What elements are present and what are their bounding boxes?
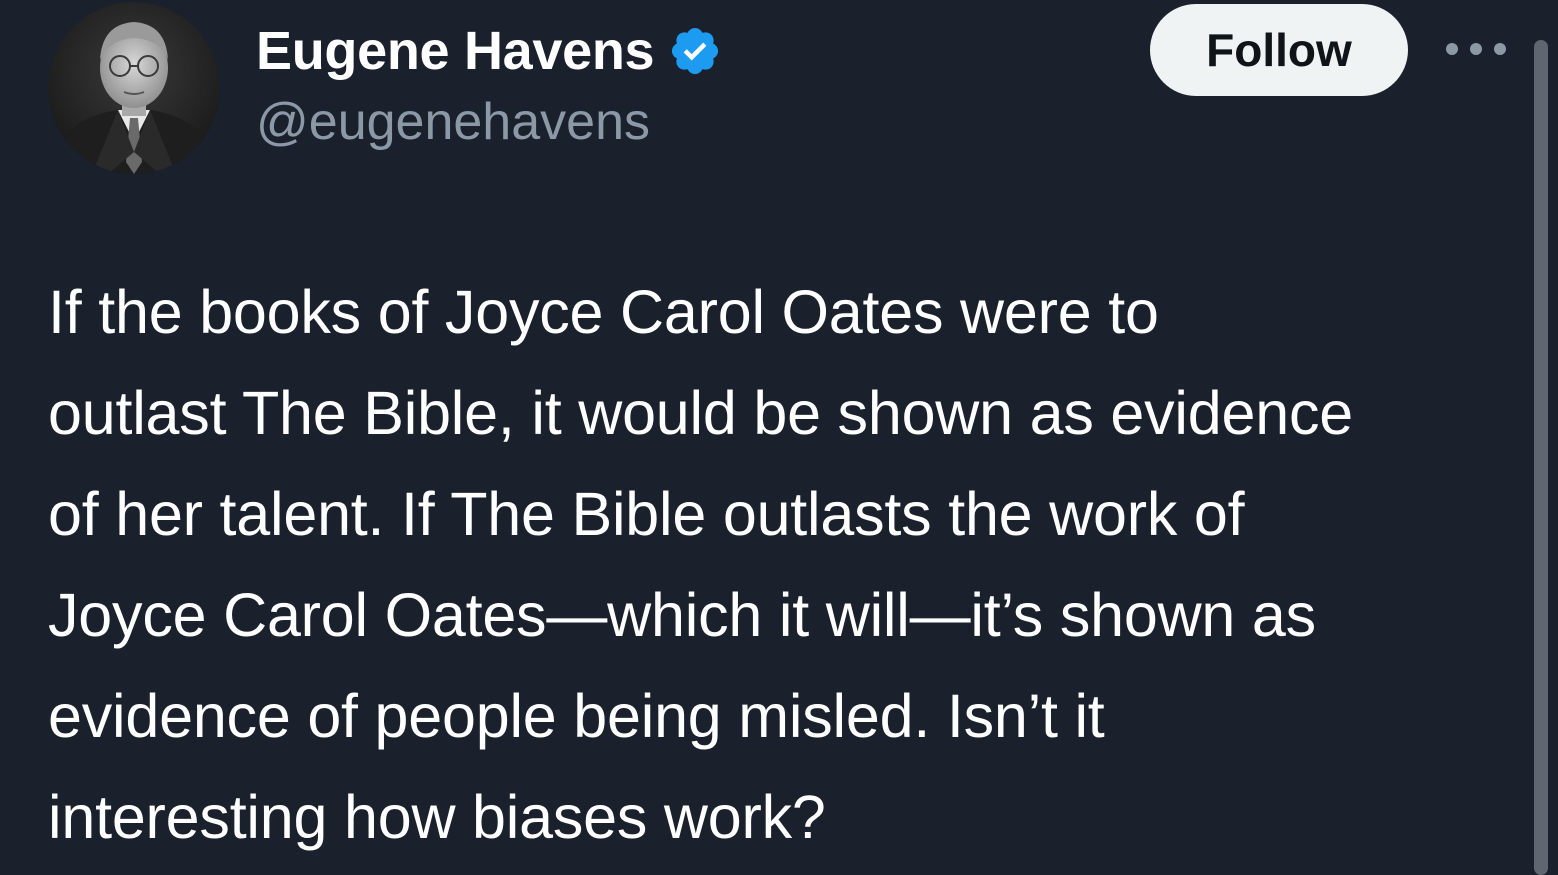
more-dot <box>1446 43 1458 55</box>
tweet-text: If the books of Joyce Carol Oates were t… <box>48 262 1518 868</box>
verified-badge-icon <box>668 24 722 78</box>
follow-button[interactable]: Follow <box>1150 4 1408 96</box>
scrollbar[interactable] <box>1534 40 1548 875</box>
tweet-text-line: of her talent. If The Bible outlasts the… <box>48 480 1245 548</box>
more-options-icon[interactable] <box>1446 34 1506 64</box>
more-dot <box>1470 43 1482 55</box>
author-name-row: Eugene Havens <box>256 18 722 84</box>
avatar[interactable] <box>48 2 220 174</box>
tweet-text-line: If the books of Joyce Carol Oates were t… <box>48 278 1159 346</box>
author-display-name[interactable]: Eugene Havens <box>256 20 655 82</box>
author-handle[interactable]: @eugenehavens <box>256 92 650 152</box>
profile-photo-icon <box>48 2 220 174</box>
tweet-text-line: Joyce Carol Oates—which it will—it’s sho… <box>48 581 1316 649</box>
tweet-card: Eugene Havens @eugenehavens Follow If th… <box>0 0 1558 875</box>
tweet-text-line: outlast The Bible, it would be shown as … <box>48 379 1353 447</box>
tweet-text-line: interesting how biases work? <box>48 783 826 851</box>
tweet-text-line: evidence of people being misled. Isn’t i… <box>48 682 1105 750</box>
more-dot <box>1494 43 1506 55</box>
